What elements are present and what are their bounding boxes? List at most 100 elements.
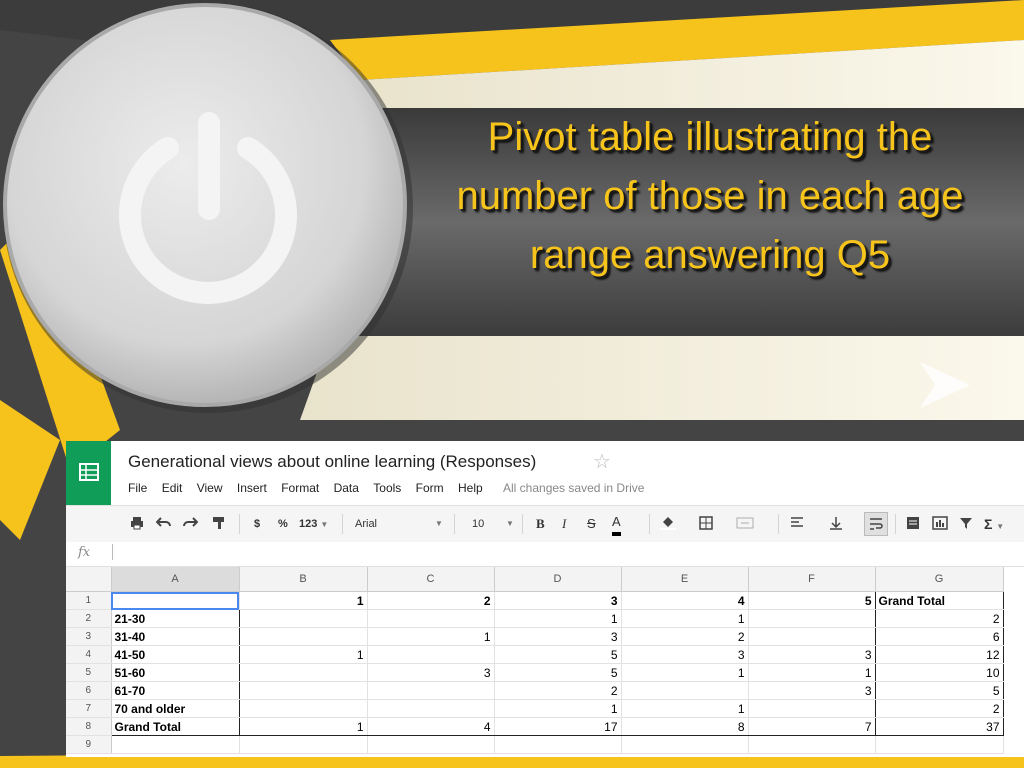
cell[interactable]: 21-30 [110, 609, 240, 628]
paint-format-icon[interactable] [212, 516, 226, 532]
row-header[interactable]: 5 [66, 663, 112, 682]
column-header[interactable]: A [111, 567, 240, 592]
column-header[interactable]: E [621, 567, 749, 592]
cell[interactable]: 1 [621, 699, 749, 718]
cell[interactable]: 3 [621, 645, 749, 664]
redo-icon[interactable] [182, 516, 199, 532]
cell[interactable]: 5 [875, 681, 1004, 700]
cell[interactable]: 70 and older [110, 699, 240, 718]
select-all-corner[interactable] [66, 567, 112, 592]
column-header[interactable]: C [367, 567, 495, 592]
cell[interactable]: 2 [875, 609, 1004, 628]
cell[interactable]: 2 [875, 699, 1004, 718]
cell[interactable] [494, 735, 622, 754]
italic-button[interactable]: I [562, 516, 566, 532]
font-size-select[interactable]: 10 ▼ [472, 516, 516, 532]
cell[interactable] [748, 699, 876, 718]
cell[interactable]: 5 [494, 663, 622, 682]
cell[interactable] [239, 681, 368, 700]
cell[interactable] [367, 735, 495, 754]
cell[interactable]: 1 [367, 627, 495, 646]
cell[interactable] [239, 735, 368, 754]
cell[interactable]: 1 [748, 663, 876, 682]
cell[interactable]: 17 [494, 717, 622, 736]
cell[interactable]: 2 [621, 627, 749, 646]
row-header[interactable]: 4 [66, 645, 112, 664]
vertical-align-icon[interactable] [829, 516, 843, 532]
cell[interactable]: 2 [494, 681, 622, 700]
cell[interactable]: 3 [367, 663, 495, 682]
functions-button[interactable]: Σ ▼ [984, 516, 1004, 532]
cell[interactable]: 3 [494, 627, 622, 646]
formula-input[interactable] [112, 544, 113, 560]
print-icon[interactable] [130, 516, 144, 532]
number-format-button[interactable]: 123 ▼ [299, 516, 328, 532]
cell[interactable]: Grand Total [110, 717, 240, 736]
cell[interactable]: 1 [494, 609, 622, 628]
fill-color-icon[interactable] [660, 516, 676, 532]
column-header[interactable]: B [239, 567, 368, 592]
cell[interactable]: 37 [875, 717, 1004, 736]
cell[interactable]: 3 [494, 591, 622, 610]
row-header[interactable]: 3 [66, 627, 112, 646]
cell[interactable]: 1 [239, 591, 368, 610]
cell[interactable] [239, 627, 368, 646]
cell[interactable] [110, 591, 240, 610]
cell[interactable]: 1 [239, 717, 368, 736]
cell[interactable]: 7 [748, 717, 876, 736]
cell[interactable]: 8 [621, 717, 749, 736]
cell[interactable] [239, 699, 368, 718]
cell[interactable]: Grand Total [875, 591, 1004, 610]
cell[interactable]: 2 [367, 591, 495, 610]
wrap-text-icon[interactable] [864, 512, 888, 536]
cell[interactable]: 61-70 [110, 681, 240, 700]
cell[interactable]: 3 [748, 681, 876, 700]
comment-icon[interactable] [906, 516, 920, 532]
cell[interactable] [367, 699, 495, 718]
cell[interactable] [239, 663, 368, 682]
menu-tools[interactable]: Tools [373, 481, 401, 495]
column-header[interactable]: G [875, 567, 1004, 592]
cell[interactable]: 10 [875, 663, 1004, 682]
cell[interactable]: 5 [494, 645, 622, 664]
cell[interactable] [367, 645, 495, 664]
menu-help[interactable]: Help [458, 481, 483, 495]
cell[interactable] [621, 681, 749, 700]
cell[interactable]: 1 [239, 645, 368, 664]
star-icon[interactable]: ☆ [593, 449, 611, 474]
cell[interactable]: 31-40 [110, 627, 240, 646]
percent-format-button[interactable]: % [278, 516, 288, 532]
row-header[interactable]: 2 [66, 609, 112, 628]
menu-view[interactable]: View [197, 481, 223, 495]
cell[interactable] [875, 735, 1004, 754]
currency-format-button[interactable]: $ [254, 516, 260, 532]
cell[interactable] [748, 609, 876, 628]
column-header[interactable]: D [494, 567, 622, 592]
cell[interactable]: 41-50 [110, 645, 240, 664]
column-header[interactable]: F [748, 567, 876, 592]
cell[interactable] [621, 735, 749, 754]
text-color-button[interactable]: A [612, 515, 621, 536]
row-header[interactable]: 8 [66, 717, 112, 736]
row-header[interactable]: 7 [66, 699, 112, 718]
chart-icon[interactable] [932, 516, 948, 532]
row-header[interactable]: 6 [66, 681, 112, 700]
bold-button[interactable]: B [536, 516, 545, 532]
cell[interactable]: 12 [875, 645, 1004, 664]
menu-file[interactable]: File [128, 481, 147, 495]
horizontal-align-icon[interactable] [790, 516, 804, 532]
cell[interactable] [111, 735, 240, 754]
cell[interactable]: 1 [621, 663, 749, 682]
cell[interactable]: 6 [875, 627, 1004, 646]
menu-format[interactable]: Format [281, 481, 319, 495]
row-header[interactable]: 1 [66, 591, 112, 610]
document-title[interactable]: Generational views about online learning… [128, 452, 536, 472]
cell[interactable]: 51-60 [110, 663, 240, 682]
menu-data[interactable]: Data [334, 481, 359, 495]
menu-edit[interactable]: Edit [162, 481, 183, 495]
menu-form[interactable]: Form [416, 481, 444, 495]
cell[interactable] [239, 609, 368, 628]
cell[interactable]: 4 [367, 717, 495, 736]
cell[interactable] [367, 609, 495, 628]
sheets-logo-icon[interactable] [66, 441, 111, 505]
